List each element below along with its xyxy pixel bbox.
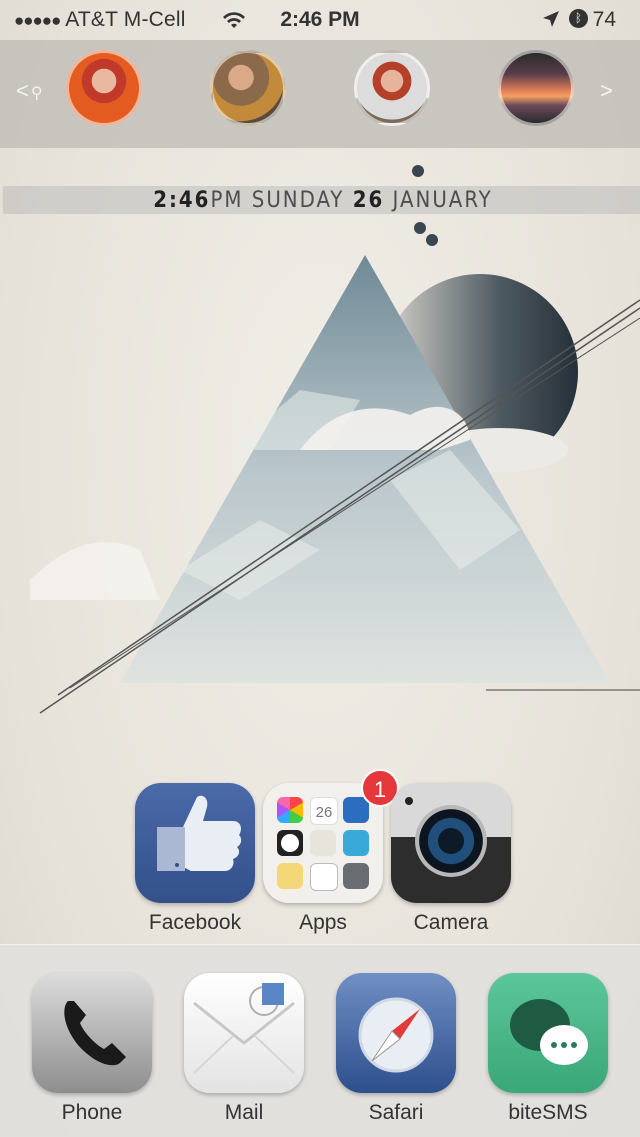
phone-label: Phone <box>61 1101 123 1124</box>
clock-icon <box>277 830 303 856</box>
mail-label: Mail <box>224 1101 264 1124</box>
facebook-label: Facebook <box>148 911 242 934</box>
battery-percentage: 74 <box>592 8 616 31</box>
bitesms-label: biteSMS <box>508 1101 588 1124</box>
contacts-search-button[interactable]: < ⚲ <box>16 78 43 104</box>
settings-gear-icon <box>343 863 369 889</box>
calendar-icon: 26 <box>310 797 338 825</box>
favorite-contacts-bar: < ⚲ > <box>0 40 640 148</box>
camera-app[interactable]: Camera <box>391 783 511 935</box>
contact-avatar-4[interactable] <box>498 50 574 126</box>
widget-day: 26 <box>352 188 385 213</box>
wallpaper-artwork <box>30 165 640 714</box>
reminders-icon <box>310 863 338 891</box>
safari-app[interactable]: Safari <box>336 973 456 1125</box>
bitesms-app[interactable]: biteSMS <box>488 973 608 1125</box>
date-time-text: 2:46PM SUNDAY 26 JANUARY <box>3 186 640 214</box>
mail-icon <box>184 973 304 1093</box>
facebook-app[interactable]: Facebook <box>135 783 255 935</box>
bitesms-icon <box>488 973 608 1093</box>
contact-avatar-2[interactable] <box>210 50 286 126</box>
safari-label: Safari <box>368 1101 424 1124</box>
folder-icon: 26 <box>263 783 383 903</box>
apps-label: Apps <box>299 911 347 934</box>
photos-icon <box>277 797 303 823</box>
chevron-left-icon: < <box>16 78 29 103</box>
phone-icon <box>32 973 152 1093</box>
camera-icon <box>391 783 511 903</box>
widget-month: JANUARY <box>392 188 493 213</box>
contact-avatar-3[interactable] <box>354 50 430 126</box>
location-arrow-icon <box>543 11 559 27</box>
facebook-icon <box>135 783 255 903</box>
apps-folder[interactable]: 26 Apps <box>263 783 383 935</box>
widget-time: 2:46 <box>153 188 211 213</box>
widget-weekday: SUNDAY <box>251 188 345 213</box>
videos-icon <box>343 830 369 856</box>
chevron-right-icon[interactable]: > <box>600 78 613 104</box>
contact-avatar-1[interactable] <box>66 50 142 126</box>
status-bar: ●●●●● AT&T M-Cell 2:46 PM ᛒ 74 <box>0 0 640 40</box>
search-icon: ⚲ <box>30 85 43 102</box>
maps-icon <box>310 830 336 856</box>
dock: Phone Mail Safari biteSMS <box>0 944 640 1137</box>
phone-app[interactable]: Phone <box>32 973 152 1125</box>
bluetooth-icon: ᛒ <box>569 9 588 28</box>
widget-ampm: PM <box>210 188 244 213</box>
mail-app[interactable]: Mail <box>184 973 304 1125</box>
notes-icon <box>277 863 303 889</box>
camera-label: Camera <box>413 911 489 934</box>
safari-icon <box>336 973 456 1093</box>
